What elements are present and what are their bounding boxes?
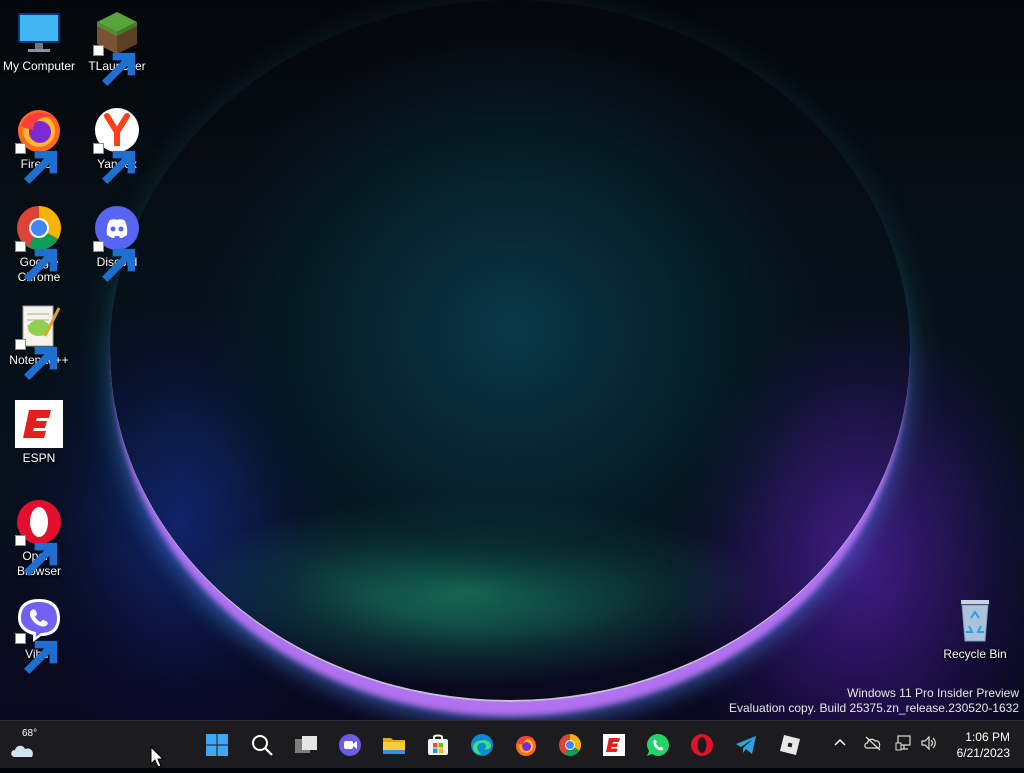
network-icon [895, 735, 911, 751]
teams-chat-icon [339, 734, 361, 756]
whatsapp-button[interactable] [642, 729, 674, 761]
shortcut-arrow-icon [15, 143, 58, 184]
weather-widget[interactable]: 68° [8, 727, 48, 763]
shortcut-arrow-icon [15, 535, 58, 576]
desktop-icon-tlauncher[interactable]: TLauncher [78, 8, 156, 86]
shortcut-arrow-icon [15, 339, 58, 380]
search-button[interactable] [246, 729, 278, 761]
firefox-taskbar-button[interactable] [510, 729, 542, 761]
telegram-button[interactable] [730, 729, 762, 761]
task-view-button[interactable] [290, 729, 322, 761]
clock-time: 1:06 PM [965, 730, 1010, 744]
chrome-icon [15, 204, 63, 282]
volume-icon [921, 735, 936, 751]
opera-icon [691, 734, 713, 756]
shortcut-arrow-icon [15, 633, 58, 674]
discord-icon [93, 204, 141, 282]
start-button[interactable] [201, 729, 233, 761]
desktop-icon-label: Recycle Bin [943, 647, 1007, 661]
roblox-icon [780, 735, 800, 755]
opera-icon [15, 498, 63, 576]
desktop-icon-label: My Computer [2, 59, 76, 73]
taskbar-clock[interactable]: 1:06 PM 6/21/2023 [957, 729, 1010, 761]
watermark-build: Evaluation copy. Build 25375.zn_release.… [729, 701, 1019, 715]
desktop-icon-firefox[interactable]: Firefox [0, 106, 78, 184]
firefox-icon [15, 106, 63, 184]
desktop-icon-my-computer[interactable]: My Computer [0, 8, 78, 74]
recycle-bin-icon [951, 596, 999, 644]
desktop-icon-opera[interactable]: Opera Browser [0, 498, 78, 579]
file-explorer-icon [383, 738, 405, 754]
clock-date: 6/21/2023 [956, 746, 1010, 760]
chat-button[interactable] [334, 729, 366, 761]
desktop-icon-recycle-bin[interactable]: Recycle Bin [936, 596, 1014, 662]
opera-taskbar-button[interactable] [686, 729, 718, 761]
grass-block-icon [93, 8, 141, 86]
chrome-taskbar-button[interactable] [554, 729, 586, 761]
chrome-icon [559, 734, 581, 756]
show-hidden-icons-button[interactable] [832, 735, 848, 756]
mouse-pointer-icon [150, 745, 165, 773]
microsoft-store-icon [428, 734, 448, 755]
desktop-icon-yandex[interactable]: Yandex [78, 106, 156, 184]
desktop-icon-viber[interactable]: Viber [0, 596, 78, 674]
shortcut-arrow-icon [93, 143, 136, 184]
desktop-icon-chrome[interactable]: Google Chrome [0, 204, 78, 285]
desktop-icon-espn[interactable]: ESPN [0, 400, 78, 466]
network-button[interactable] [895, 734, 913, 757]
search-icon [252, 735, 273, 756]
file-explorer-button[interactable] [378, 729, 410, 761]
edge-icon [471, 734, 493, 756]
notepadpp-icon [15, 302, 63, 380]
shortcut-arrow-icon [93, 45, 136, 86]
shortcut-arrow-icon [93, 241, 136, 282]
chevron-up-icon [834, 738, 846, 746]
whatsapp-icon [647, 734, 669, 756]
start-icon [206, 734, 228, 756]
espn-icon [603, 734, 625, 756]
roblox-button[interactable] [774, 729, 806, 761]
telegram-icon [736, 736, 756, 754]
weather-temperature: 68° [22, 728, 38, 739]
task-view-icon [295, 736, 317, 753]
edge-button[interactable] [466, 729, 498, 761]
espn-taskbar-button[interactable] [598, 729, 630, 761]
desktop-icon-discord[interactable]: Discord [78, 204, 156, 282]
desktop-icon-notepadpp[interactable]: Notepad++ [0, 302, 78, 380]
volume-button[interactable] [920, 734, 938, 757]
onedrive-button[interactable] [864, 734, 882, 757]
cloud-icon [11, 745, 33, 757]
watermark-edition: Windows 11 Pro Insider Preview [847, 686, 1019, 700]
onedrive-offline-icon [864, 736, 881, 751]
espn-icon [15, 400, 63, 448]
evaluation-watermark: Windows 11 Pro Insider Preview Evaluatio… [729, 686, 1019, 716]
wallpaper-bloom [110, 0, 910, 702]
monitor-icon [15, 8, 63, 56]
shortcut-arrow-icon [15, 241, 58, 282]
viber-icon [15, 596, 63, 674]
firefox-icon [516, 736, 536, 756]
desktop-icon-label: ESPN [22, 451, 56, 465]
microsoft-store-button[interactable] [422, 729, 454, 761]
yandex-icon [93, 106, 141, 184]
